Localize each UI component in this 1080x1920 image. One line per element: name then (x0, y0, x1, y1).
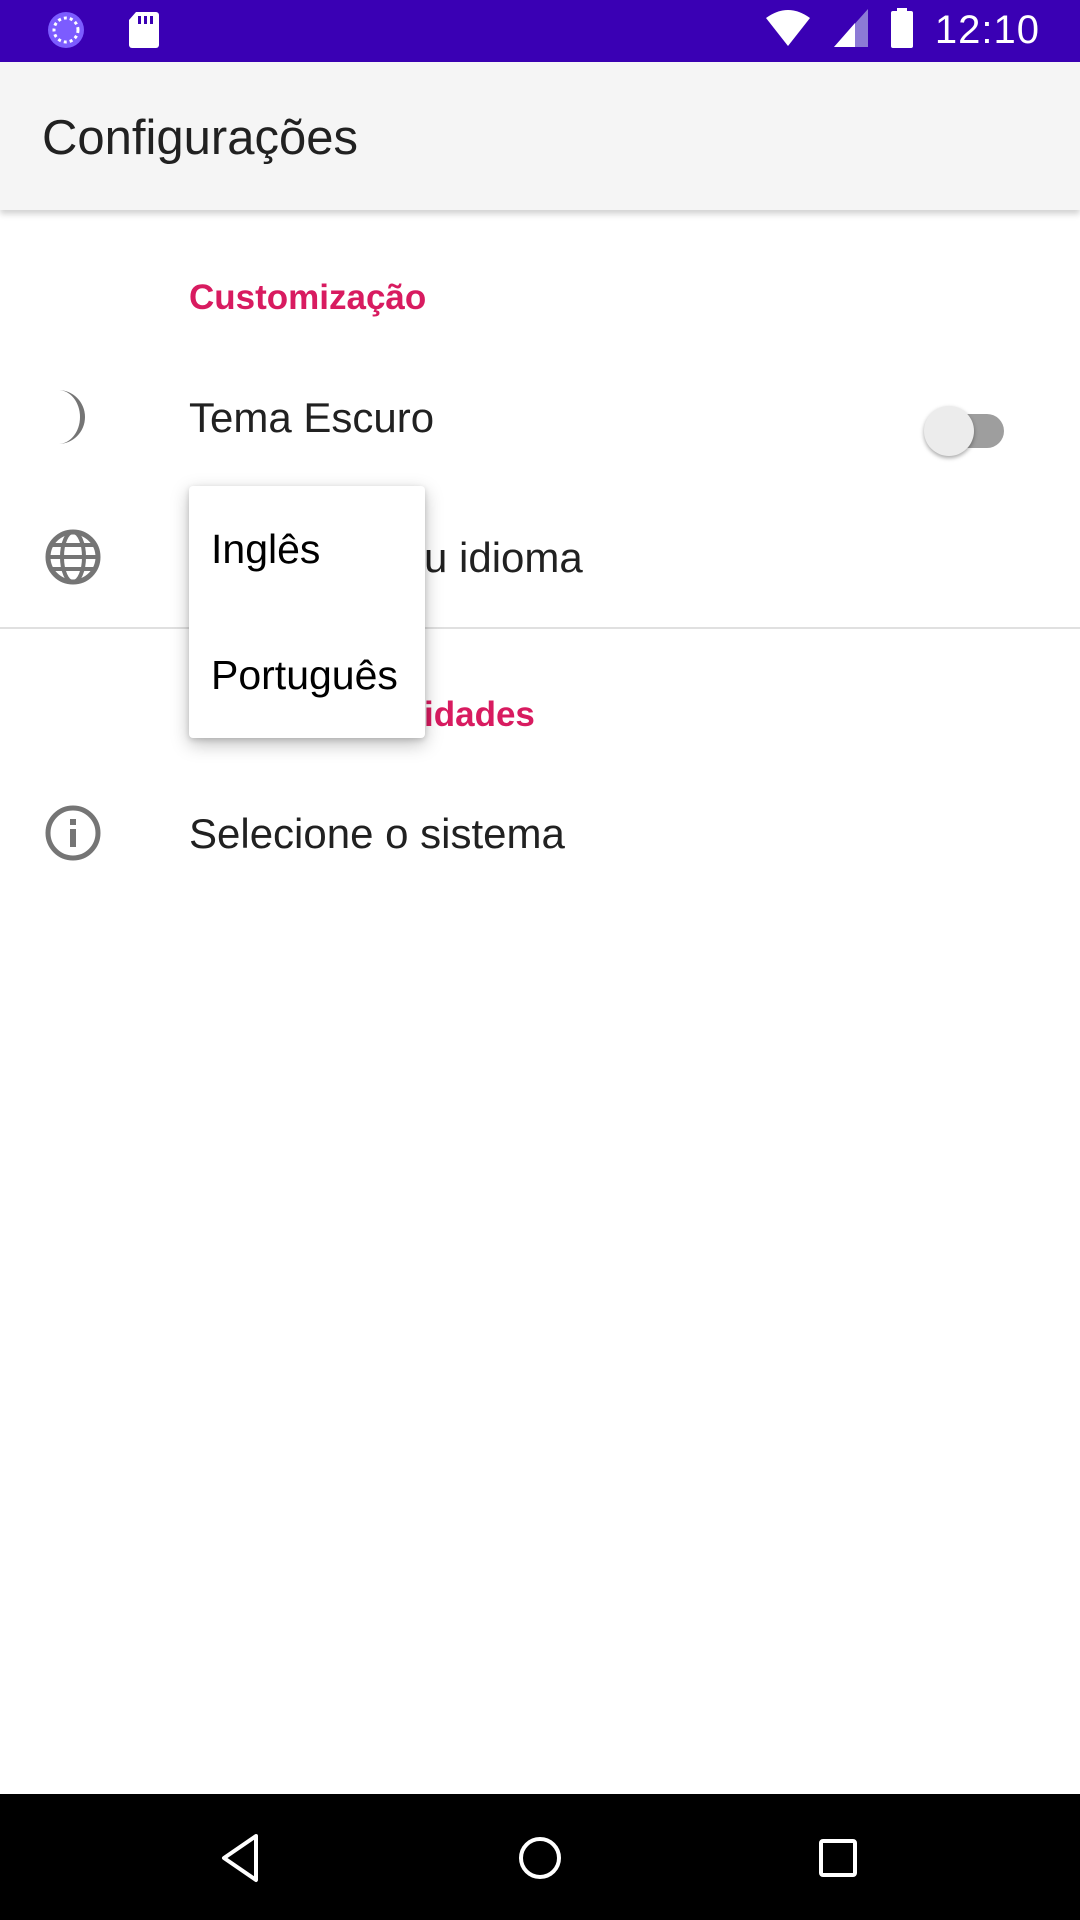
category-title-customization: Customização (189, 278, 427, 317)
page-title: Configurações (42, 111, 358, 165)
pref-select-system-title: Selecione o sistema (189, 810, 565, 857)
pref-language[interactable]: u idioma (0, 492, 1080, 622)
battery-icon (890, 8, 913, 53)
category-divider (0, 627, 1080, 629)
moon-icon (44, 388, 102, 446)
back-icon[interactable] (210, 1826, 274, 1890)
recents-icon[interactable] (806, 1826, 870, 1890)
status-bar: 12:10 (0, 0, 1080, 62)
sd-card-icon (128, 10, 160, 55)
language-popup-menu: Inglês Português (189, 486, 425, 738)
wifi-icon (765, 8, 811, 53)
app-bar: Configurações (0, 62, 1080, 210)
status-time: 12:10 (934, 8, 1040, 52)
cell-signal-icon (833, 8, 869, 53)
navigation-bar (0, 1794, 1080, 1920)
category-title-utilities: idades (424, 695, 535, 734)
settings-screen: 12:10 Configurações Customização Tema Es… (0, 0, 1080, 1920)
pref-dark-theme[interactable]: Tema Escuro (0, 352, 1080, 482)
home-icon[interactable] (508, 1826, 572, 1890)
sync-icon (46, 10, 86, 55)
pref-dark-theme-title: Tema Escuro (189, 394, 435, 441)
pref-language-title: u idioma (424, 534, 583, 581)
menu-item-portuguese[interactable]: Português (189, 612, 425, 738)
globe-icon (44, 528, 102, 586)
menu-item-english[interactable]: Inglês (189, 486, 425, 612)
switch-thumb (924, 406, 974, 456)
pref-select-system[interactable]: Selecione o sistema (0, 768, 1080, 898)
dark-theme-switch[interactable] (924, 398, 1008, 456)
info-icon (44, 804, 102, 862)
